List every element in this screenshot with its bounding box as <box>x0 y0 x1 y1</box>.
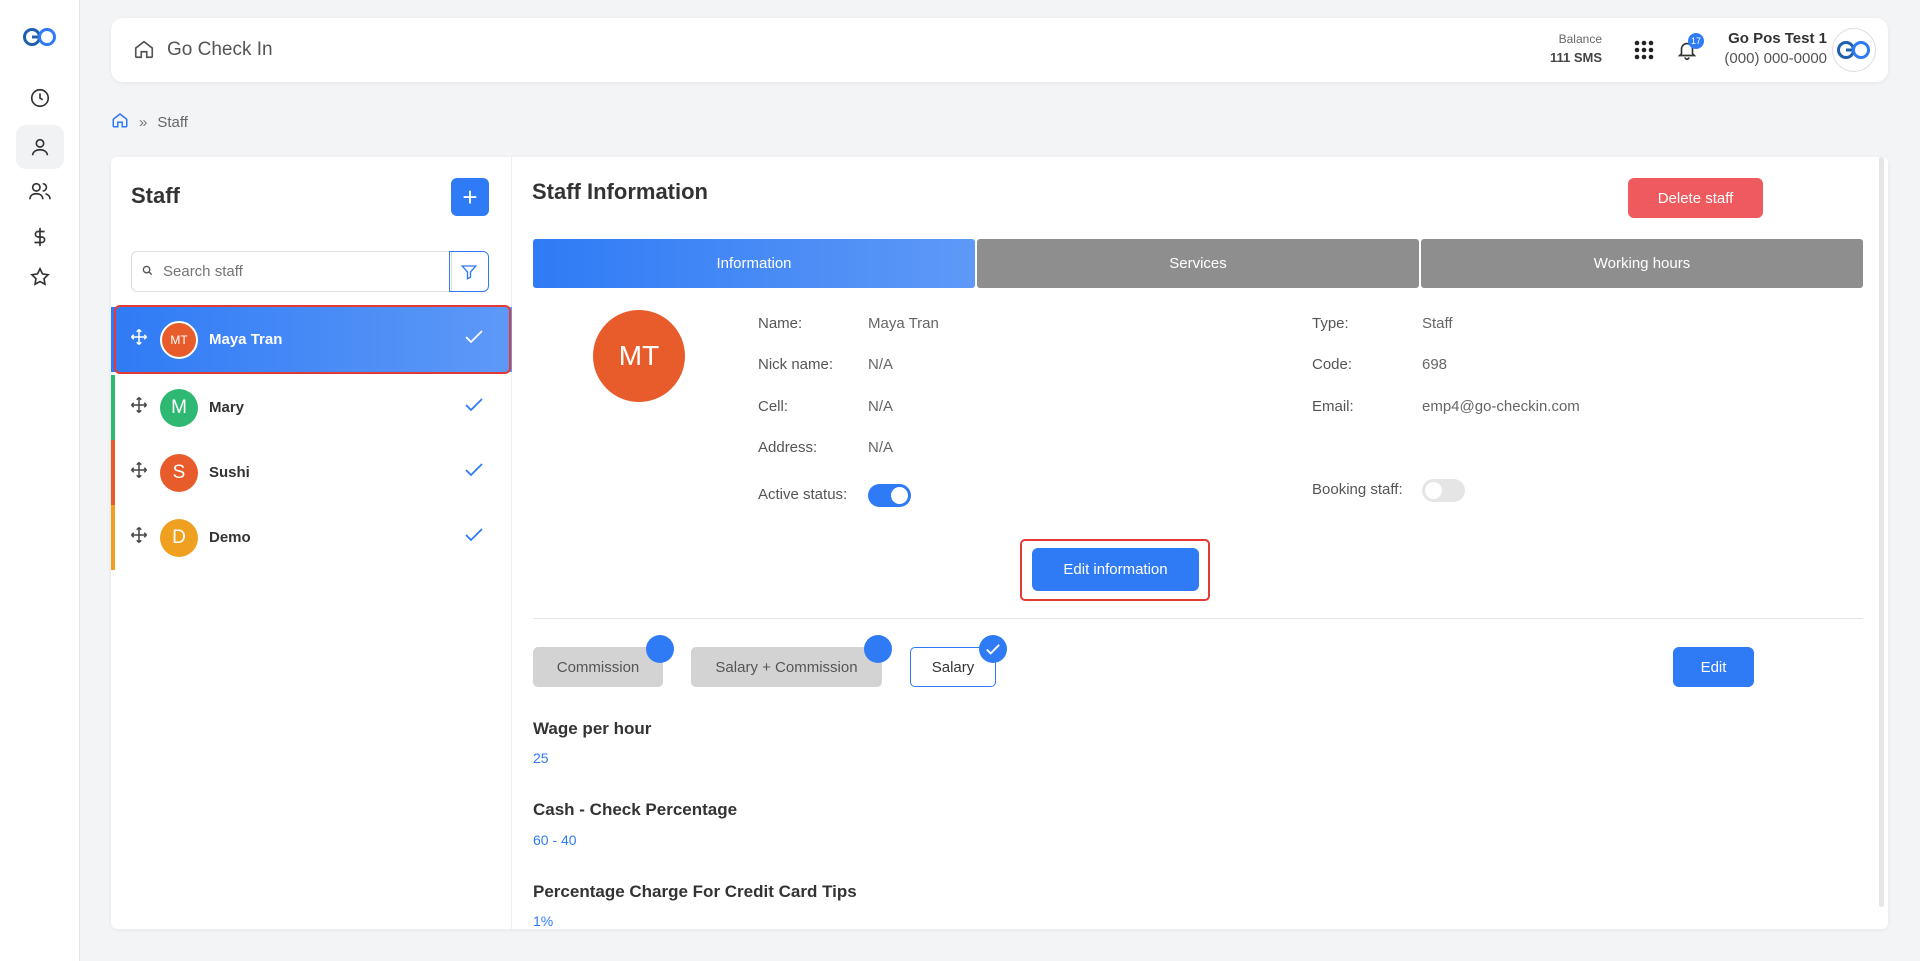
staff-avatar: M <box>160 388 198 427</box>
top-header: Go Check In Balance 111 SMS 17 Go Pos Te… <box>111 18 1888 82</box>
staff-search-input[interactable] <box>163 263 423 280</box>
tab-working-hours[interactable]: Working hours <box>1421 239 1863 288</box>
cash-check-value: 60 - 40 <box>533 832 577 848</box>
tab-services[interactable]: Services <box>977 239 1419 288</box>
staff-color-bar <box>111 375 115 440</box>
go-logo-icon[interactable] <box>22 26 58 53</box>
staff-list-panel: Staff + MT Maya Tran <box>111 157 512 929</box>
breadcrumb-current: Staff <box>157 113 188 131</box>
cell-label: Cell: <box>758 398 789 415</box>
wage-per-hour-value: 25 <box>533 750 549 766</box>
filter-button[interactable] <box>449 251 489 292</box>
address-label: Address: <box>758 439 818 456</box>
delete-staff-button[interactable]: Delete staff <box>1628 178 1763 218</box>
app-title: Go Check In <box>167 39 273 60</box>
name-value: Maya Tran <box>868 315 939 332</box>
section-divider <box>533 618 1863 619</box>
email-label: Email: <box>1312 398 1354 415</box>
staff-user-icon[interactable] <box>16 125 64 169</box>
drag-handle-icon[interactable] <box>130 396 148 419</box>
staff-avatar: D <box>160 518 198 557</box>
cell-value: N/A <box>868 398 894 415</box>
booking-staff-toggle[interactable] <box>1422 479 1465 502</box>
left-nav-rail <box>0 0 80 961</box>
staff-search <box>131 251 452 292</box>
staff-avatar: S <box>160 453 198 492</box>
staff-row[interactable]: MT Maya Tran <box>111 305 512 374</box>
name-label: Name: <box>758 315 803 332</box>
drag-handle-icon[interactable] <box>130 461 148 484</box>
cash-check-title: Cash - Check Percentage <box>533 800 738 819</box>
check-icon <box>465 463 483 482</box>
wage-per-hour-title: Wage per hour <box>533 719 652 738</box>
staff-color-bar <box>111 505 115 570</box>
dollar-icon[interactable] <box>16 215 64 259</box>
search-icon <box>142 263 153 281</box>
drag-handle-icon[interactable] <box>130 526 148 549</box>
staff-color-bar <box>111 307 115 372</box>
staff-name: Demo <box>209 529 251 546</box>
type-value: Staff <box>1422 315 1453 332</box>
staff-info-panel: Staff Information Delete staff Informati… <box>512 157 1888 929</box>
staff-avatar-large: MT <box>593 310 685 402</box>
breadcrumb: » Staff <box>111 111 188 133</box>
staff-name: Maya Tran <box>209 331 283 348</box>
staff-row[interactable]: D Demo <box>111 505 512 570</box>
salary-check-icon[interactable] <box>979 635 1007 663</box>
account-avatar[interactable] <box>1832 28 1876 72</box>
sms-balance: Balance 111 SMS <box>1550 32 1602 65</box>
balance-label: Balance <box>1558 32 1602 46</box>
account-name: Go Pos Test 1 <box>1728 30 1827 47</box>
account-phone: (000) 000-0000 <box>1724 50 1827 67</box>
staff-list-title: Staff <box>131 183 180 208</box>
notification-count-badge: 17 <box>1688 33 1704 49</box>
cc-tips-value: 1% <box>533 913 554 929</box>
email-value: emp4@go-checkin.com <box>1422 398 1580 415</box>
customers-users-icon[interactable] <box>16 169 64 213</box>
address-value: N/A <box>868 439 894 456</box>
breadcrumb-home-icon[interactable] <box>111 111 129 133</box>
active-status-toggle[interactable] <box>868 484 911 507</box>
staff-avatar: MT <box>160 320 198 359</box>
star-icon[interactable] <box>16 255 64 299</box>
edit-pay-button[interactable]: Edit <box>1673 647 1754 687</box>
staff-info-title: Staff Information <box>532 179 708 204</box>
code-label: Code: <box>1312 356 1353 373</box>
pay-type-salary-commission[interactable]: Salary + Commission <box>691 647 882 687</box>
staff-color-bar <box>111 440 115 505</box>
staff-name: Sushi <box>209 464 250 481</box>
cc-tips-title: Percentage Charge For Credit Card Tips <box>533 882 857 901</box>
account-info[interactable]: Go Pos Test 1 (000) 000-0000 <box>1724 30 1827 67</box>
check-icon <box>465 398 483 417</box>
code-value: 698 <box>1422 356 1448 373</box>
staff-card: Staff + MT Maya Tran <box>111 157 1888 929</box>
vertical-scrollbar[interactable] <box>1879 157 1884 907</box>
tab-information[interactable]: Information <box>533 239 975 288</box>
home-icon[interactable] <box>133 38 155 65</box>
staff-row[interactable]: S Sushi <box>111 440 512 505</box>
nick-name-label: Nick name: <box>758 356 834 373</box>
active-status-label: Active status: <box>758 486 848 503</box>
staff-row[interactable]: M Mary <box>111 375 512 440</box>
salary-commission-radio-dot[interactable] <box>864 635 892 663</box>
edit-information-button[interactable]: Edit information <box>1032 548 1199 591</box>
notification-bell-icon[interactable]: 17 <box>1676 33 1704 67</box>
commission-radio-dot[interactable] <box>646 635 674 663</box>
staff-name: Mary <box>209 399 245 416</box>
booking-staff-label: Booking staff: <box>1312 481 1403 498</box>
breadcrumb-separator: » <box>139 113 148 131</box>
drag-handle-icon[interactable] <box>130 328 148 351</box>
check-icon <box>465 528 483 547</box>
apps-grid-icon[interactable] <box>1634 40 1654 65</box>
history-clock-icon[interactable] <box>16 76 64 120</box>
balance-value: 111 SMS <box>1549 50 1602 65</box>
pay-type-commission[interactable]: Commission <box>533 647 663 687</box>
type-label: Type: <box>1312 315 1349 332</box>
nick-name-value: N/A <box>868 356 894 373</box>
check-icon <box>465 330 483 349</box>
filter-icon <box>460 264 478 280</box>
add-staff-button[interactable]: + <box>451 178 489 216</box>
